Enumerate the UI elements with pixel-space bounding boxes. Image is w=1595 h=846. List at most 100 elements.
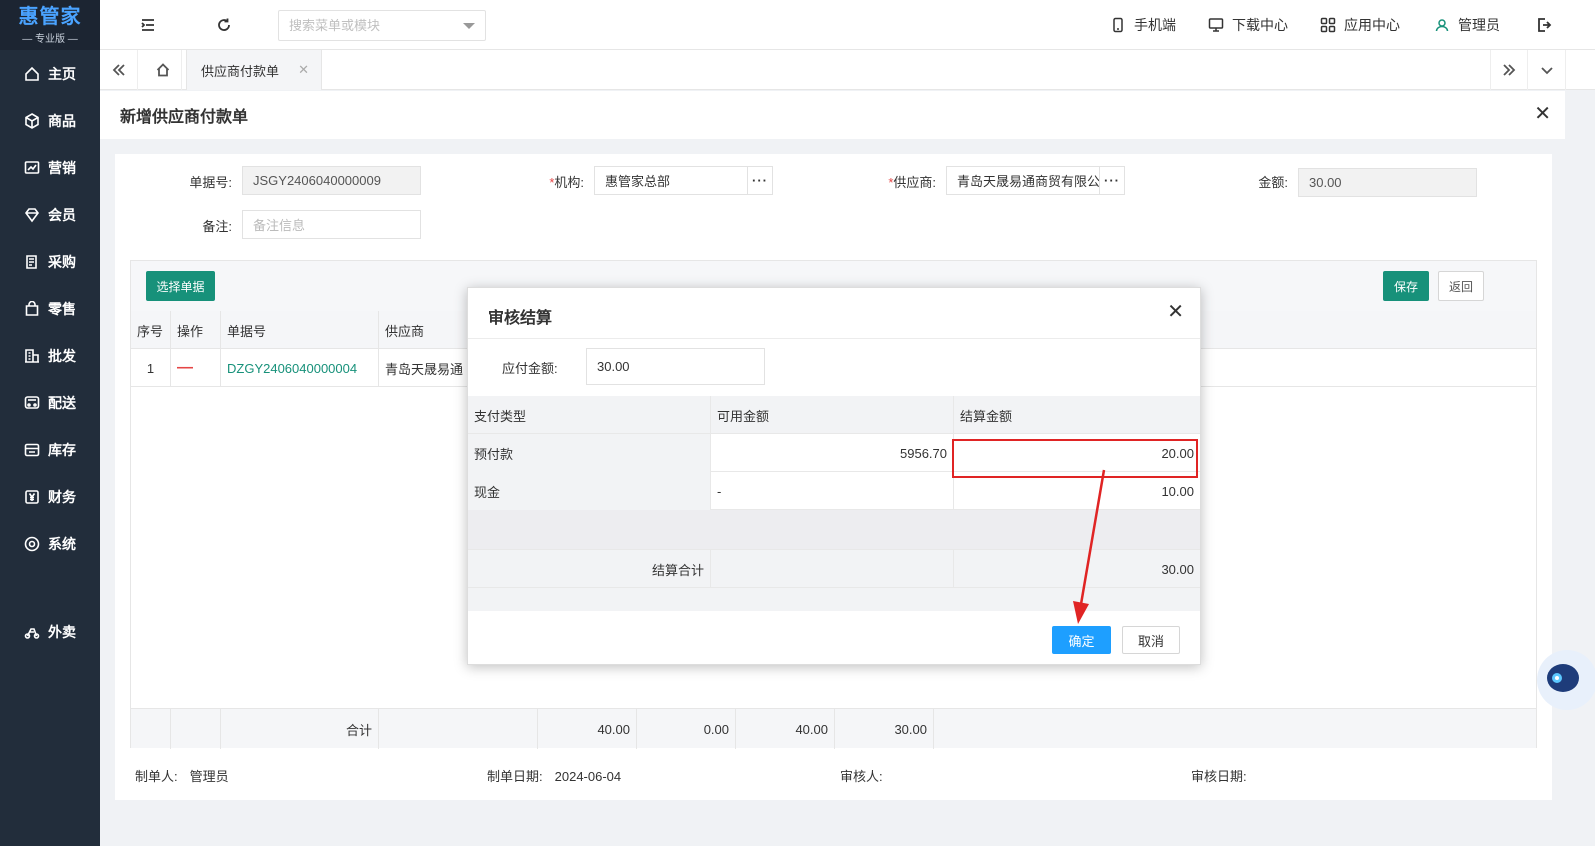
select-document-button[interactable]: 选择单据 (146, 271, 215, 301)
creator: 制单人: 管理员 (135, 769, 229, 784)
tab-label: 供应商付款单 (201, 63, 280, 79)
sidebar-item-label: 商品 (48, 113, 76, 129)
purchase-icon (24, 254, 40, 270)
remark-label: 备注: (202, 219, 232, 234)
col-settle: 结算金额 (960, 408, 1013, 424)
remove-row-icon[interactable]: — (171, 349, 221, 387)
diamond-icon (24, 207, 40, 223)
truck-icon (24, 395, 40, 411)
org-label: *机构: (549, 175, 584, 190)
logout-icon[interactable] (1534, 15, 1554, 35)
mobile-link[interactable]: 手机端 (1110, 15, 1176, 35)
row-index: 1 (131, 349, 171, 387)
settings-icon (24, 536, 40, 552)
settlement-table: 支付类型 可用金额 结算金额 预付款 5956.70 20.00 现金 - 10… (468, 396, 1200, 611)
tab-supplier-payment[interactable]: 供应商付款单 ✕ (186, 50, 322, 90)
mobile-link-label: 手机端 (1134, 17, 1176, 33)
settlement-dialog: 审核结算 ✕ 应付金额: 30.00 支付类型 可用金额 结算金额 预付款 59… (467, 287, 1201, 665)
amount-label: 金额: (1258, 175, 1288, 190)
save-button[interactable]: 保存 (1383, 271, 1429, 301)
app-center-link[interactable]: 应用中心 (1320, 15, 1400, 35)
sidebar-item-member[interactable]: 会员 (0, 195, 100, 235)
search-input[interactable] (279, 11, 449, 40)
more-dots-icon[interactable]: ··· (1099, 167, 1124, 194)
sidebar-item-label: 营销 (48, 160, 76, 176)
col-available: 可用金额 (711, 396, 954, 434)
sidebar-item-purchase[interactable]: 采购 (0, 242, 100, 282)
user-icon (1435, 19, 1449, 32)
sidebar-item-wholesale[interactable]: 批发 (0, 336, 100, 376)
menu-toggle-icon[interactable] (138, 15, 158, 35)
sidebar-item-delivery[interactable]: 配送 (0, 383, 100, 423)
download-center-link[interactable]: 下载中心 (1208, 15, 1288, 35)
download-center-label: 下载中心 (1232, 17, 1288, 33)
refresh-icon[interactable] (214, 15, 234, 35)
cancel-button[interactable]: 取消 (1122, 626, 1180, 654)
sidebar-item-retail[interactable]: 零售 (0, 289, 100, 329)
top-header: 手机端 下载中心 应用中心 管理员 (100, 0, 1595, 50)
sidebar-item-goods[interactable]: 商品 (0, 101, 100, 141)
more-dots-icon[interactable]: ··· (747, 167, 772, 194)
col-index: 序号 (131, 311, 171, 349)
sidebar-item-inventory[interactable]: 库存 (0, 430, 100, 470)
row-doc-link[interactable]: DZGY2406040000004 (221, 349, 379, 387)
chevron-down-icon[interactable] (463, 23, 475, 29)
tab-bar: 供应商付款单 ✕ (100, 50, 1595, 90)
col-supplier: 供应商 (385, 323, 425, 339)
sidebar-item-marketing[interactable]: 营销 (0, 148, 100, 188)
doc-no-field: JSGY2406040000009 (242, 166, 421, 195)
logo: 惠管家 — 专业版 — (0, 0, 100, 50)
sidebar-item-finance[interactable]: 财务 (0, 477, 100, 517)
close-icon[interactable]: ✕ (298, 62, 309, 78)
sidebar-item-label: 主页 (48, 66, 76, 82)
supplier-value: 青岛天晟易通商贸有限公司 (957, 174, 1114, 189)
apps-grid-icon (1320, 17, 1336, 33)
store-icon (24, 442, 40, 458)
menu-search[interactable] (278, 10, 486, 41)
payable-field: 30.00 (586, 348, 765, 385)
payable-label: 应付金额: (502, 361, 558, 376)
sidebar: 惠管家 — 专业版 — 主页 商品 营销 会员 采购 零售 批发 配送 库存 财… (0, 0, 100, 846)
close-icon[interactable]: ✕ (1167, 302, 1184, 322)
sidebar-item-label: 外卖 (48, 624, 76, 640)
tab-menu-chevron-down-icon[interactable] (1528, 50, 1566, 90)
org-value: 惠管家总部 (605, 174, 671, 189)
grid-footer: 合计 40.00 0.00 40.00 30.00 (131, 708, 1536, 749)
building-icon (24, 348, 40, 364)
tab-scroll-right-icon[interactable] (1490, 50, 1528, 90)
available-amount: - (711, 472, 954, 510)
divider (468, 338, 1200, 339)
sidebar-item-system[interactable]: 系统 (0, 524, 100, 564)
form-card: 单据号: JSGY2406040000009 *机构: 惠管家总部 ··· *供… (115, 154, 1552, 250)
chart-icon (24, 160, 40, 176)
box-icon (24, 113, 40, 129)
assistant-robot-icon[interactable] (1535, 640, 1595, 720)
footer-total-label: 合计 (221, 709, 379, 749)
sidebar-item-home[interactable]: 主页 (0, 54, 100, 94)
org-field[interactable]: 惠管家总部 ··· (594, 166, 773, 195)
page-title: 新增供应商付款单 (120, 109, 249, 126)
audit-date: 审核日期: (1191, 769, 1247, 784)
back-button[interactable]: 返回 (1438, 271, 1484, 301)
brand-name: 惠管家 (18, 5, 82, 28)
sidebar-item-label: 库存 (48, 442, 76, 458)
sidebar-item-label: 采购 (48, 254, 76, 270)
confirm-button[interactable]: 确定 (1052, 626, 1111, 654)
user-menu[interactable]: 管理员 (1434, 15, 1500, 35)
sidebar-item-label: 系统 (48, 536, 76, 552)
footer-total: 40.00 (736, 709, 835, 749)
highlight-annotation (952, 439, 1198, 478)
supplier-field[interactable]: 青岛天晟易通商贸有限公司 ··· (946, 166, 1125, 195)
yen-icon (24, 489, 40, 505)
remark-field[interactable]: 备注信息 (242, 210, 421, 239)
tab-home-icon[interactable] (144, 50, 182, 90)
close-icon[interactable]: ✕ (1534, 104, 1551, 124)
pay-type: 预付款 (468, 434, 711, 472)
auditor: 审核人: (840, 769, 883, 784)
col-pay-type: 支付类型 (468, 396, 711, 434)
footer-total: 40.00 (538, 709, 637, 749)
tab-scroll-left-icon[interactable] (100, 50, 138, 90)
footer-total: 30.00 (835, 709, 934, 749)
scroll-gutter (1565, 91, 1595, 846)
sidebar-item-takeout[interactable]: 外卖 (0, 612, 100, 652)
